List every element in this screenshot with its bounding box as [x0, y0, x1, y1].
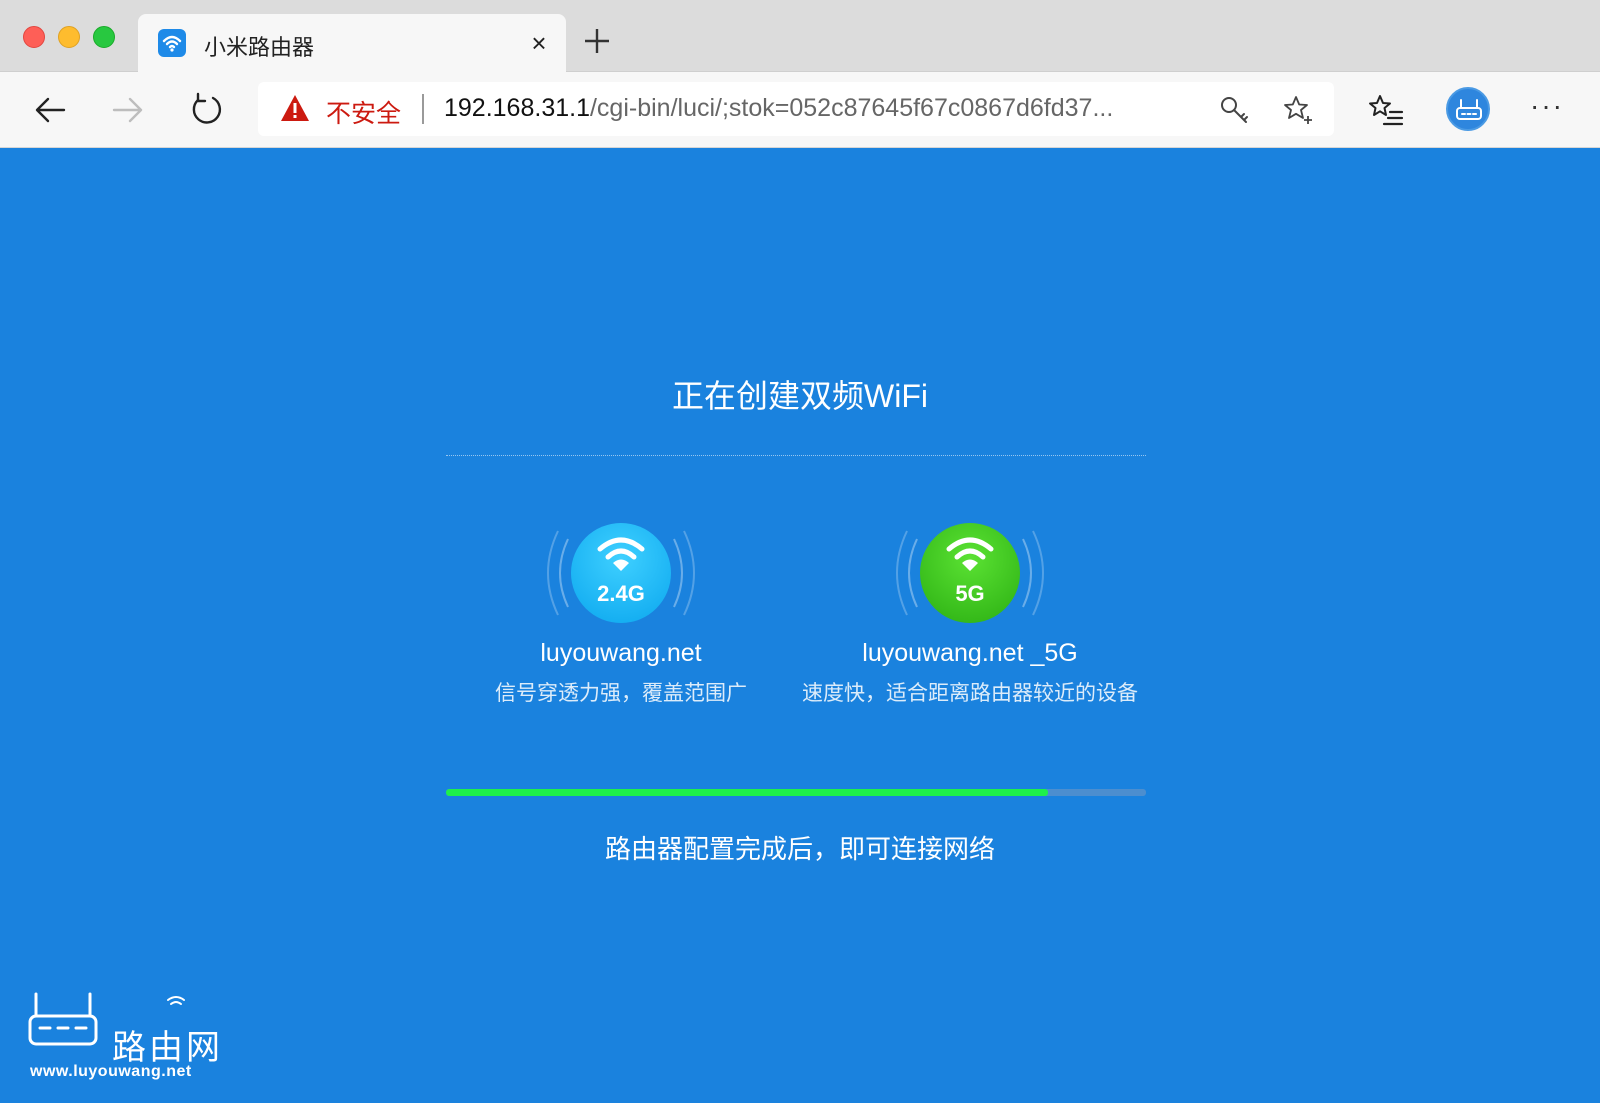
plus-icon[interactable] [580, 24, 614, 58]
page-title: 正在创建双频WiFi [672, 378, 928, 414]
band-2g-icon: 2.4G [536, 521, 706, 625]
progress-bar [446, 789, 1146, 796]
page-content: 正在创建双频WiFi 2.4G luyouwang.net 信号穿透力强，覆盖范… [0, 149, 1600, 1103]
star-add-icon[interactable] [1282, 94, 1314, 126]
band-2g-ssid: luyouwang.net [540, 639, 702, 667]
key-icon[interactable] [1218, 94, 1250, 126]
more-menu-button[interactable]: ··· [1530, 90, 1564, 122]
wifi-icon [946, 537, 994, 571]
forward-arrow-icon[interactable] [108, 90, 148, 130]
band-2g-card: 2.4G luyouwang.net 信号穿透力强，覆盖范围广 [451, 521, 791, 710]
band-5g-badge-circle: 5G [920, 523, 1020, 623]
url-path: /cgi-bin/luci/;stok=052c87645f67c0867d6f… [589, 94, 1114, 122]
browser-tab[interactable]: 小米路由器 × [138, 14, 566, 72]
security-status-label[interactable]: 不安全 [326, 94, 401, 130]
url-text[interactable]: 192.168.31.1/cgi-bin/luci/;stok=052c8764… [444, 94, 1184, 123]
wifi-icon [597, 537, 645, 571]
browser-toolbar: 不安全 192.168.31.1/cgi-bin/luci/;stok=052c… [0, 72, 1600, 148]
zoom-icon[interactable] [93, 26, 115, 48]
minimize-icon[interactable] [58, 26, 80, 48]
progress-status-text: 路由器配置完成后，即可连接网络 [604, 834, 995, 864]
close-window-icon[interactable] [23, 26, 45, 48]
title-divider [446, 455, 1146, 456]
router-profile-icon[interactable] [1446, 87, 1490, 131]
wifi-icon [158, 29, 186, 57]
tab-strip: 小米路由器 × [0, 0, 1600, 72]
band-2g-badge-circle: 2.4G [571, 523, 671, 623]
band-2g-label: 2.4G [597, 581, 645, 606]
band-2g-description: 信号穿透力强，覆盖范围广 [495, 682, 747, 705]
band-5g-icon: 5G [885, 521, 1055, 625]
tab-title: 小米路由器 [204, 35, 315, 60]
progress-bar-fill [446, 789, 1048, 796]
address-divider [422, 94, 424, 124]
tab-close-button[interactable]: × [524, 28, 554, 58]
band-5g-description: 速度快，适合距离路由器较近的设备 [802, 682, 1138, 705]
warning-triangle-icon[interactable] [280, 94, 310, 122]
reload-icon[interactable] [186, 90, 226, 130]
back-arrow-icon[interactable] [30, 90, 70, 130]
watermark-url: www.luyouwang.net [30, 1063, 192, 1080]
favorites-list-icon[interactable] [1366, 90, 1406, 130]
band-5g-ssid: luyouwang.net _5G [862, 639, 1078, 667]
url-host: 192.168.31.1 [444, 94, 590, 122]
band-5g-label: 5G [955, 581, 985, 606]
band-5g-card: 5G luyouwang.net _5G 速度快，适合距离路由器较近的设备 [800, 521, 1140, 710]
watermark-brand-text: 路由网 [112, 1029, 223, 1067]
address-bar[interactable]: 不安全 192.168.31.1/cgi-bin/luci/;stok=052c… [258, 82, 1334, 136]
